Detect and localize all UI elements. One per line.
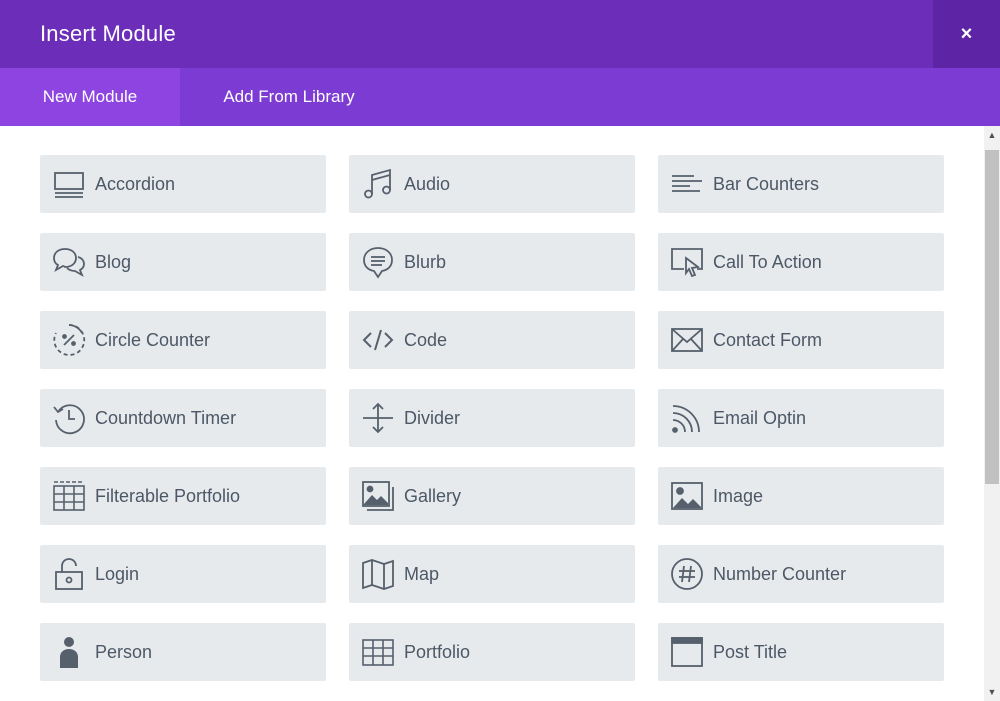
module-blog[interactable]: Blog xyxy=(40,233,326,291)
module-number-counter[interactable]: Number Counter xyxy=(658,545,944,603)
module-label: Gallery xyxy=(404,485,462,506)
post-title-icon xyxy=(670,635,704,669)
module-person[interactable]: Person xyxy=(40,623,326,681)
login-icon xyxy=(52,557,86,591)
blurb-icon xyxy=(361,245,395,279)
scroll-thumb[interactable] xyxy=(985,150,999,484)
person-icon xyxy=(52,635,86,669)
contact-form-icon xyxy=(670,323,704,357)
filterable-portfolio-icon xyxy=(52,479,86,513)
module-audio[interactable]: Audio xyxy=(349,155,635,213)
module-label: Email Optin xyxy=(713,407,807,428)
module-label: Portfolio xyxy=(404,641,471,662)
module-bar-counters[interactable]: Bar Counters xyxy=(658,155,944,213)
module-login[interactable]: Login xyxy=(40,545,326,603)
module-call-to-action[interactable]: Call To Action xyxy=(658,233,944,291)
audio-icon xyxy=(361,167,395,201)
circle-counter-icon xyxy=(52,323,86,357)
module-label: Blog xyxy=(95,251,132,272)
tab-bar: New Module Add From Library xyxy=(0,68,1000,126)
close-button[interactable]: × xyxy=(933,0,1000,68)
module-countdown-timer[interactable]: Countdown Timer xyxy=(40,389,326,447)
module-portfolio[interactable]: Portfolio xyxy=(349,623,635,681)
module-circle-counter[interactable]: Circle Counter xyxy=(40,311,326,369)
module-label: Accordion xyxy=(95,173,176,194)
blog-icon xyxy=(52,245,86,279)
countdown-timer-icon xyxy=(52,401,86,435)
scroll-down-icon[interactable]: ▼ xyxy=(984,683,1000,701)
scrollbar[interactable]: ▲ ▼ xyxy=(984,126,1000,701)
close-icon: × xyxy=(960,22,973,45)
module-divider[interactable]: Divider xyxy=(349,389,635,447)
module-label: Person xyxy=(95,641,153,662)
module-label: Code xyxy=(404,329,448,350)
number-counter-icon xyxy=(670,557,704,591)
module-label: Divider xyxy=(404,407,461,428)
bar-counters-icon xyxy=(670,167,704,201)
map-icon xyxy=(361,557,395,591)
module-label: Countdown Timer xyxy=(95,407,237,428)
module-label: Bar Counters xyxy=(713,173,820,194)
gallery-icon xyxy=(361,479,395,513)
tab-new-module[interactable]: New Module xyxy=(0,68,180,126)
module-contact-form[interactable]: Contact Form xyxy=(658,311,944,369)
email-optin-icon xyxy=(670,401,704,435)
modal-header: Insert Module × xyxy=(0,0,1000,68)
module-map[interactable]: Map xyxy=(349,545,635,603)
module-code[interactable]: Code xyxy=(349,311,635,369)
module-label: Post Title xyxy=(713,641,788,662)
module-list: Accordion Audio Bar Counters Blog Blurb … xyxy=(0,126,984,701)
code-icon xyxy=(361,323,395,357)
module-label: Circle Counter xyxy=(95,329,211,350)
module-gallery[interactable]: Gallery xyxy=(349,467,635,525)
call-to-action-icon xyxy=(670,245,704,279)
module-label: Contact Form xyxy=(713,329,823,350)
module-grid: Accordion Audio Bar Counters Blog Blurb … xyxy=(40,155,944,681)
module-label: Number Counter xyxy=(713,563,847,584)
module-label: Map xyxy=(404,563,440,584)
module-accordion[interactable]: Accordion xyxy=(40,155,326,213)
module-image[interactable]: Image xyxy=(658,467,944,525)
tab-add-from-library[interactable]: Add From Library xyxy=(180,68,398,126)
module-label: Image xyxy=(713,485,764,506)
module-post-title[interactable]: Post Title xyxy=(658,623,944,681)
module-label: Blurb xyxy=(404,251,447,272)
divider-icon xyxy=(361,401,395,435)
module-label: Login xyxy=(95,563,140,584)
image-icon xyxy=(670,479,704,513)
scroll-up-icon[interactable]: ▲ xyxy=(984,126,1000,144)
portfolio-icon xyxy=(361,635,395,669)
accordion-icon xyxy=(52,167,86,201)
module-label: Call To Action xyxy=(713,251,822,272)
module-email-optin[interactable]: Email Optin xyxy=(658,389,944,447)
module-blurb[interactable]: Blurb xyxy=(349,233,635,291)
module-label: Filterable Portfolio xyxy=(95,485,241,506)
module-filterable-portfolio[interactable]: Filterable Portfolio xyxy=(40,467,326,525)
modal-title: Insert Module xyxy=(40,21,176,46)
module-label: Audio xyxy=(404,173,451,194)
